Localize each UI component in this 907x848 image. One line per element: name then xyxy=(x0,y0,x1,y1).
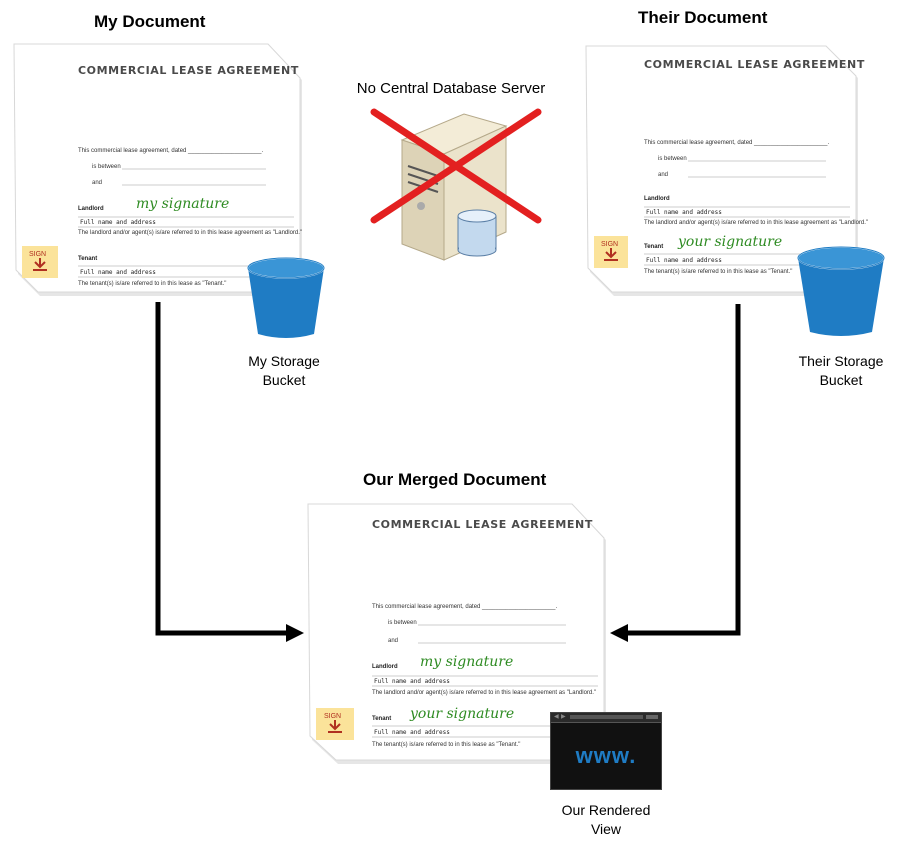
sign-tab: SIGN xyxy=(316,708,354,740)
sign-tab-label: SIGN xyxy=(324,713,341,720)
browser-www-text: www. xyxy=(575,743,637,768)
rendered-view-label-line2: View xyxy=(590,821,622,837)
address-bar xyxy=(570,715,643,719)
back-icon: ◀ xyxy=(554,714,559,720)
doc-intro: This commercial lease agreement, dated _… xyxy=(372,604,557,610)
forward-icon: ▶ xyxy=(561,714,566,720)
doc-full-name: Full name and address xyxy=(374,678,450,685)
window-controls xyxy=(646,715,658,719)
doc-title: COMMERCIAL LEASE AGREEMENT xyxy=(372,518,593,531)
rendered-view-label-line1: Our Rendered xyxy=(561,802,651,818)
doc-tenant-note: The tenant(s) is/are referred to in this… xyxy=(372,742,520,748)
their-signature: your signature xyxy=(409,706,514,722)
left-arrow xyxy=(155,302,304,642)
browser-toolbar: ◀ ▶ xyxy=(551,713,661,723)
doc-landlord: Landlord xyxy=(372,664,398,670)
doc-is-between: is between xyxy=(388,620,417,626)
doc-and: and xyxy=(388,638,398,644)
my-signature: my signature xyxy=(420,654,513,670)
doc-tenant: Tenant xyxy=(372,716,391,722)
doc-full-name: Full name and address xyxy=(374,729,450,736)
rendered-view-label: Our Rendered View xyxy=(546,801,666,839)
rendered-view-browser: ◀ ▶ www. xyxy=(550,712,662,790)
doc-landlord-note: The landlord and/or agent(s) is/are refe… xyxy=(372,690,596,696)
right-arrow xyxy=(610,304,741,642)
